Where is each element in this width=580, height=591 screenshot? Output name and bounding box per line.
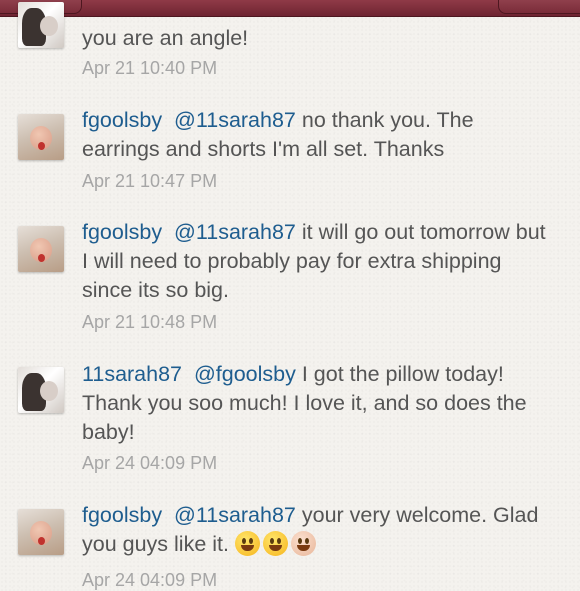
- comment-timestamp: Apr 21 10:40 PM: [82, 58, 218, 78]
- comment-mention[interactable]: @11sarah87: [174, 108, 296, 132]
- comment-text: fgoolsby @11sarah87 no thank you. The ea…: [82, 106, 552, 164]
- comment-timestamp: Apr 21 10:48 PM: [82, 312, 218, 332]
- comment-mention[interactable]: @11sarah87: [174, 503, 296, 527]
- comment-mention[interactable]: @fgoolsby: [194, 362, 296, 386]
- comment-text: fgoolsby @11sarah87 it will go out tomor…: [82, 218, 552, 305]
- avatar[interactable]: [18, 114, 64, 160]
- avatar[interactable]: [18, 2, 64, 48]
- comment-username[interactable]: fgoolsby: [82, 108, 162, 132]
- comment-username[interactable]: fgoolsby: [82, 503, 162, 527]
- comment-body: you are an angle!: [82, 26, 249, 50]
- top-navigation-bar: [0, 0, 580, 17]
- comment-username[interactable]: 11sarah87: [82, 362, 182, 386]
- comment-text: you are an angle!: [82, 24, 552, 53]
- comment-text: 11sarah87 @fgoolsby I got the pillow tod…: [82, 360, 552, 447]
- avatar[interactable]: [18, 226, 64, 272]
- comment-username[interactable]: fgoolsby: [82, 220, 162, 244]
- avatar[interactable]: [18, 367, 64, 413]
- baby-face-icon: [290, 531, 316, 556]
- comment-timestamp: Apr 24 04:09 PM: [82, 570, 218, 590]
- avatar[interactable]: [18, 509, 64, 555]
- comment-timestamp: Apr 21 10:47 PM: [82, 171, 218, 191]
- smiling-face-icon: [262, 531, 288, 556]
- comment-mention[interactable]: @11sarah87: [174, 220, 296, 244]
- action-button[interactable]: [498, 0, 580, 14]
- comment-timestamp: Apr 24 04:09 PM: [82, 453, 218, 473]
- comment-text: fgoolsby @11sarah87 your very welcome. G…: [82, 501, 552, 559]
- grinning-face-icon: [234, 531, 260, 556]
